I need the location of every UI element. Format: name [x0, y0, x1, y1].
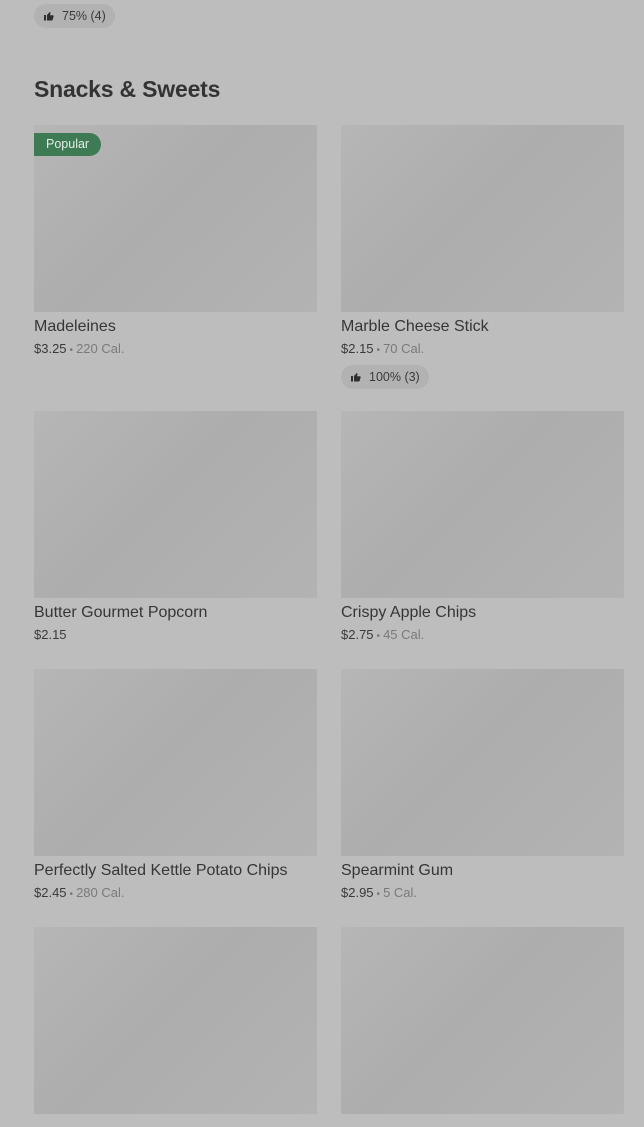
item-image[interactable] [341, 669, 624, 856]
item-name: Marble Cheese Stick [341, 318, 489, 335]
item-meta: $3.25 • 220 Cal. [34, 341, 317, 359]
meta-separator: • [376, 889, 381, 900]
popular-badge: Popular [34, 133, 102, 156]
rating-text: 75% (4) [62, 9, 106, 23]
item-meta: $2.15 [34, 627, 317, 643]
item-name: Madeleines [34, 318, 116, 335]
item-price: $2.75 [341, 627, 374, 642]
section-title: Snacks & Sweets [34, 76, 221, 102]
item-name: Perfectly Salted Kettle Potato Chips [34, 862, 288, 879]
menu-item-card[interactable] [341, 927, 624, 1127]
item-meta: $2.15 • 70 Cal. [341, 341, 624, 359]
item-price: $2.15 [34, 627, 67, 642]
item-name: Crispy Apple Chips [341, 604, 477, 621]
menu-item-card[interactable]: Perfectly Salted Kettle Potato Chips $2.… [34, 669, 317, 927]
meta-separator: • [376, 631, 381, 642]
item-rating: 100% (3) [341, 365, 429, 389]
item-image[interactable]: Popular [34, 125, 317, 312]
menu-item-card[interactable] [34, 927, 317, 1127]
previous-item-rating: 75% (4) [34, 4, 115, 28]
item-price: $3.25 [34, 341, 67, 356]
menu-item-card[interactable]: Spearmint Gum $2.95 • 5 Cal. [341, 669, 624, 927]
item-meta: $2.75 • 45 Cal. [341, 627, 624, 645]
item-calories: 70 Cal. [383, 341, 425, 356]
item-calories: 45 Cal. [383, 627, 425, 642]
menu-item-card[interactable]: Crispy Apple Chips $2.75 • 45 Cal. [341, 411, 624, 669]
item-image[interactable] [341, 411, 624, 598]
item-image[interactable] [341, 927, 624, 1114]
menu-item-card[interactable]: Butter Gourmet Popcorn $2.15 [34, 411, 317, 669]
menu-item-card[interactable]: Popular Madeleines $3.25 • 220 Cal. [34, 125, 317, 411]
item-image[interactable] [34, 927, 317, 1114]
meta-separator: • [69, 889, 74, 900]
item-image[interactable] [341, 125, 624, 312]
meta-separator: • [69, 345, 74, 356]
item-price: $2.15 [341, 341, 374, 356]
item-name: Spearmint Gum [341, 862, 454, 879]
item-image[interactable] [34, 411, 317, 598]
item-price: $2.95 [341, 885, 374, 900]
item-meta: $2.95 • 5 Cal. [341, 885, 624, 903]
thumbs-up-icon [44, 12, 54, 21]
item-calories: 280 Cal. [76, 885, 125, 900]
item-name: Butter Gourmet Popcorn [34, 604, 208, 621]
item-calories: 5 Cal. [383, 885, 418, 900]
item-price: $2.45 [34, 885, 67, 900]
item-image[interactable] [34, 669, 317, 856]
rating-text: 100% (3) [369, 370, 420, 384]
thumbs-up-icon [351, 373, 361, 382]
item-calories: 220 Cal. [76, 341, 125, 356]
meta-separator: • [376, 345, 381, 356]
menu-items-grid: Popular Madeleines $3.25 • 220 Cal. Marble… [34, 125, 624, 1127]
menu-item-card[interactable]: Marble Cheese Stick $2.15 • 70 Cal. 100% (… [341, 125, 624, 411]
item-meta: $2.45 • 280 Cal. [34, 885, 317, 903]
